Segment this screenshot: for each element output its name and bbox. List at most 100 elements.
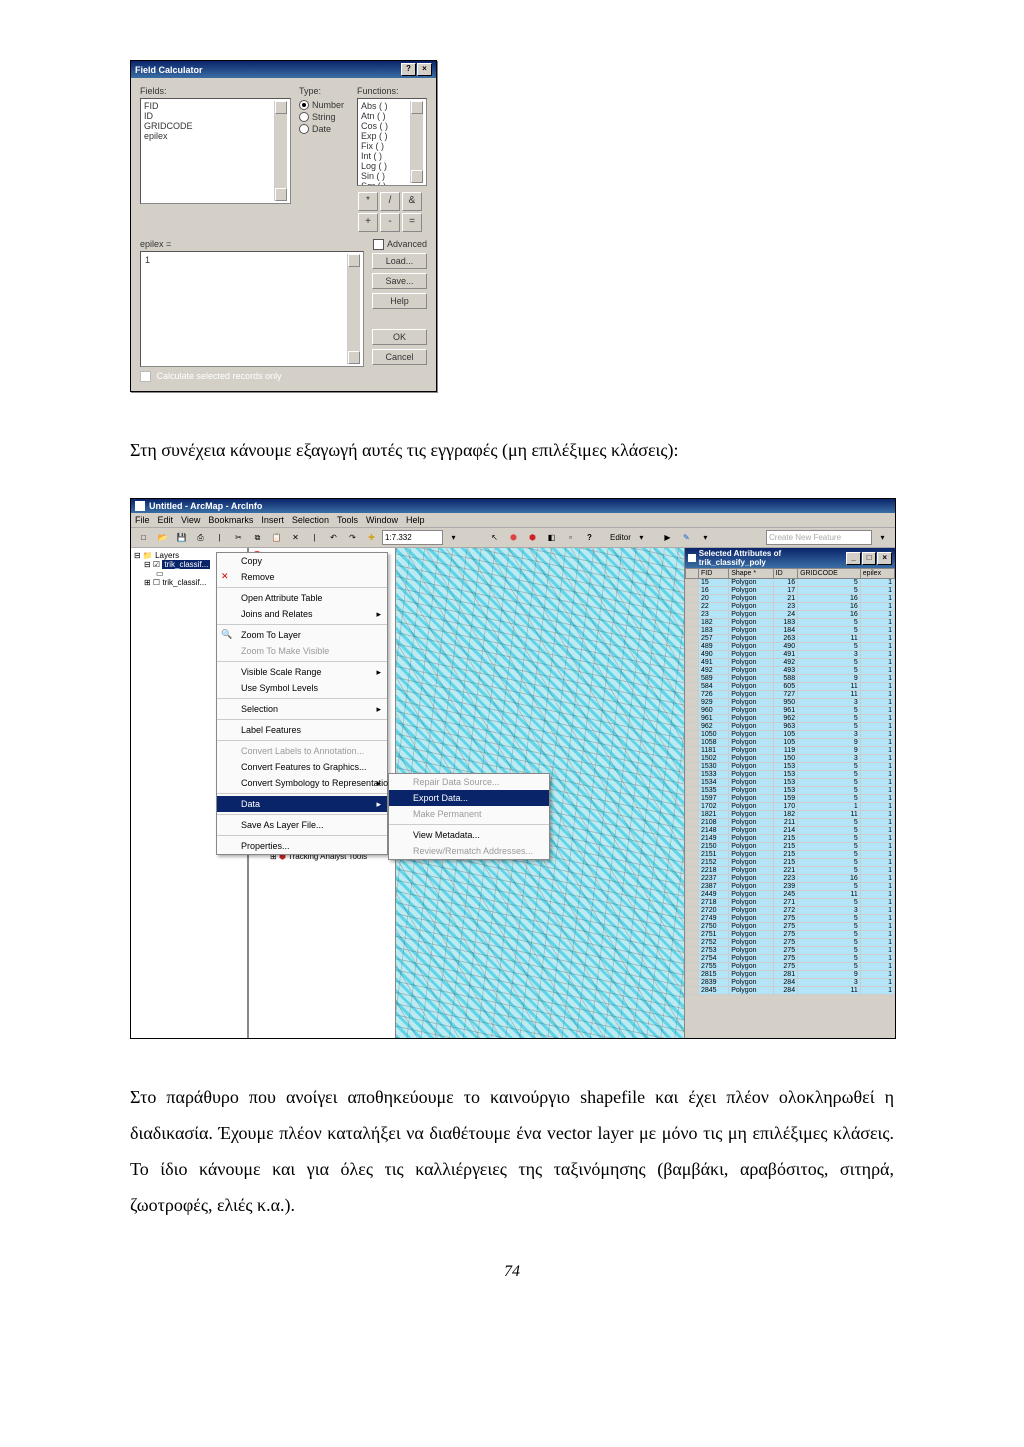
- menu-item[interactable]: File: [135, 515, 150, 525]
- ok-button[interactable]: OK: [372, 329, 427, 345]
- table-row[interactable]: 2752Polygon27551: [686, 939, 895, 947]
- table-row[interactable]: 1058Polygon10591: [686, 739, 895, 747]
- table-row[interactable]: 2449Polygon245111: [686, 891, 895, 899]
- column-header[interactable]: GRIDCODE: [798, 569, 861, 579]
- advanced-checkbox[interactable]: [373, 239, 384, 250]
- maximize-icon[interactable]: □: [862, 552, 877, 565]
- table-row[interactable]: 726Polygon727111: [686, 691, 895, 699]
- menu-item[interactable]: Help: [406, 515, 425, 525]
- menu-item[interactable]: View: [181, 515, 200, 525]
- table-row[interactable]: 589Polygon58891: [686, 675, 895, 683]
- menu-item[interactable]: View Metadata...: [389, 827, 549, 843]
- menu-item[interactable]: Label Features: [217, 722, 387, 738]
- print-icon[interactable]: ⎙: [192, 529, 209, 546]
- table-row[interactable]: 2751Polygon27551: [686, 931, 895, 939]
- close-icon[interactable]: ×: [417, 63, 432, 76]
- table-row[interactable]: 2151Polygon21551: [686, 851, 895, 859]
- table-row[interactable]: 1533Polygon15351: [686, 771, 895, 779]
- column-header[interactable]: ID: [773, 569, 797, 579]
- window-icon[interactable]: ◧: [543, 529, 560, 546]
- function-item[interactable]: Int ( ): [361, 151, 410, 161]
- table-row[interactable]: 2237Polygon223161: [686, 875, 895, 883]
- table-row[interactable]: 2815Polygon28191: [686, 971, 895, 979]
- redo-icon[interactable]: ↷: [344, 529, 361, 546]
- menu-item[interactable]: Open Attribute Table: [217, 590, 387, 606]
- table-row[interactable]: 2218Polygon22151: [686, 867, 895, 875]
- table-row[interactable]: 2108Polygon21151: [686, 819, 895, 827]
- operator-button[interactable]: +: [358, 213, 378, 232]
- scale-input[interactable]: [382, 530, 443, 545]
- expression-textarea[interactable]: 1: [140, 251, 364, 367]
- table-row[interactable]: 1050Polygon10531: [686, 731, 895, 739]
- open-icon[interactable]: 📂: [154, 529, 171, 546]
- table-row[interactable]: 2148Polygon21451: [686, 827, 895, 835]
- menu-item[interactable]: Properties...: [217, 838, 387, 854]
- menu-item[interactable]: ✕Remove: [217, 569, 387, 585]
- table-row[interactable]: 2720Polygon27231: [686, 907, 895, 915]
- table-row[interactable]: 1597Polygon15951: [686, 795, 895, 803]
- table-row[interactable]: 22Polygon23161: [686, 603, 895, 611]
- table-row[interactable]: 16Polygon1751: [686, 587, 895, 595]
- menu-item[interactable]: Convert Symbology to Representation...▸: [217, 775, 387, 791]
- table-row[interactable]: 1181Polygon11991: [686, 747, 895, 755]
- table-row[interactable]: 1530Polygon15351: [686, 763, 895, 771]
- table-row[interactable]: 2387Polygon23951: [686, 883, 895, 891]
- function-item[interactable]: Fix ( ): [361, 141, 410, 151]
- table-row[interactable]: 257Polygon263111: [686, 635, 895, 643]
- table-row[interactable]: 1535Polygon15351: [686, 787, 895, 795]
- function-item[interactable]: Sqr ( ): [361, 181, 410, 186]
- field-item[interactable]: epilex: [144, 131, 274, 141]
- type-radio[interactable]: String: [299, 112, 349, 122]
- attribute-table[interactable]: Selected Attributes of trik_classify_pol…: [684, 548, 895, 1038]
- dropdown-icon[interactable]: ▾: [445, 529, 462, 546]
- edit-pointer-icon[interactable]: ▶: [659, 529, 676, 546]
- table-row[interactable]: 962Polygon96351: [686, 723, 895, 731]
- table-row[interactable]: 2845Polygon284111: [686, 987, 895, 995]
- help-icon[interactable]: ?: [581, 529, 598, 546]
- menu-item[interactable]: Convert Features to Graphics...: [217, 759, 387, 775]
- table-row[interactable]: 1502Polygon15031: [686, 755, 895, 763]
- menu-item[interactable]: Save As Layer File...: [217, 817, 387, 833]
- operator-button[interactable]: =: [402, 213, 422, 232]
- menu-item[interactable]: Joins and Relates▸: [217, 606, 387, 622]
- function-item[interactable]: Log ( ): [361, 161, 410, 171]
- functions-listbox[interactable]: Abs ( )Atn ( )Cos ( )Exp ( )Fix ( )Int (…: [357, 98, 427, 186]
- undo-icon[interactable]: ↶: [325, 529, 342, 546]
- table-row[interactable]: 2753Polygon27551: [686, 947, 895, 955]
- fields-listbox[interactable]: FIDIDGRIDCODEepilex: [140, 98, 291, 204]
- menu-item[interactable]: Selection▸: [217, 701, 387, 717]
- table-row[interactable]: 20Polygon21161: [686, 595, 895, 603]
- selected-only-checkbox[interactable]: [140, 371, 151, 382]
- menu-item[interactable]: Window: [366, 515, 398, 525]
- new-icon[interactable]: □: [135, 529, 152, 546]
- table-row[interactable]: 584Polygon605111: [686, 683, 895, 691]
- catalog-icon[interactable]: ⬢: [505, 529, 522, 546]
- table-row[interactable]: 960Polygon96151: [686, 707, 895, 715]
- table-row[interactable]: 2750Polygon27551: [686, 923, 895, 931]
- function-item[interactable]: Abs ( ): [361, 101, 410, 111]
- table-row[interactable]: 183Polygon18451: [686, 627, 895, 635]
- save-button[interactable]: Save...: [372, 273, 427, 289]
- editor-dropdown-icon[interactable]: ▾: [633, 529, 650, 546]
- minimize-icon[interactable]: _: [846, 552, 861, 565]
- layer-context-menu[interactable]: Copy✕RemoveOpen Attribute TableJoins and…: [216, 552, 388, 855]
- column-header[interactable]: FID: [699, 569, 729, 579]
- data-submenu[interactable]: Repair Data Source...Export Data...Make …: [388, 773, 550, 860]
- add-data-icon[interactable]: ✚: [363, 529, 380, 546]
- sketch-icon[interactable]: ✎: [678, 529, 695, 546]
- load-button[interactable]: Load...: [372, 253, 427, 269]
- copy-icon[interactable]: ⧉: [249, 529, 266, 546]
- table-row[interactable]: 2149Polygon21551: [686, 835, 895, 843]
- cancel-button[interactable]: Cancel: [372, 349, 427, 365]
- menu-item[interactable]: Visible Scale Range▸: [217, 664, 387, 680]
- table-row[interactable]: 489Polygon49051: [686, 643, 895, 651]
- type-radio[interactable]: Date: [299, 124, 349, 134]
- table-row[interactable]: 15Polygon1651: [686, 579, 895, 587]
- type-radio[interactable]: Number: [299, 100, 349, 110]
- field-item[interactable]: FID: [144, 101, 274, 111]
- table-row[interactable]: 2718Polygon27151: [686, 899, 895, 907]
- operator-button[interactable]: -: [380, 213, 400, 232]
- operator-button[interactable]: *: [358, 192, 378, 211]
- table-row[interactable]: 2150Polygon21551: [686, 843, 895, 851]
- pointer-icon[interactable]: ↖: [486, 529, 503, 546]
